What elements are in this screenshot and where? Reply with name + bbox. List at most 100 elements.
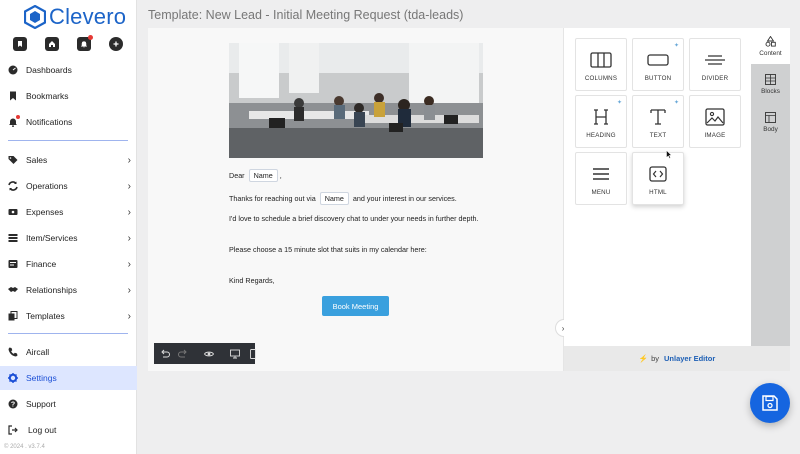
tab-label: Blocks bbox=[761, 87, 780, 95]
schedule-paragraph[interactable]: I'd love to schedule a brief discovery c… bbox=[229, 213, 479, 224]
bookmark-icon bbox=[8, 91, 18, 101]
chevron-right-icon: › bbox=[127, 310, 131, 322]
desktop-icon[interactable] bbox=[230, 348, 240, 359]
tile-label: HTML bbox=[649, 189, 667, 196]
tile-divider[interactable]: DIVIDER bbox=[689, 38, 741, 91]
chevron-right-icon: › bbox=[127, 154, 131, 166]
tile-button[interactable]: ✦ BUTTON bbox=[632, 38, 684, 91]
chevron-right-icon: › bbox=[127, 180, 131, 192]
sidebar-item-notifications[interactable]: Notifications bbox=[0, 110, 137, 134]
phone-icon bbox=[8, 347, 18, 357]
sidebar-item-label: Operations bbox=[26, 181, 68, 191]
thanks-line[interactable]: Thanks for reaching out via Name and you… bbox=[229, 192, 457, 205]
sidebar-item-label: Support bbox=[26, 399, 56, 409]
sidebar-item-settings[interactable]: Settings bbox=[0, 366, 137, 390]
sidebar-item-operations[interactable]: Operations › bbox=[0, 174, 137, 198]
tile-menu[interactable]: MENU bbox=[575, 152, 627, 205]
sidebar-item-aircall[interactable]: Aircall bbox=[0, 340, 137, 364]
save-button[interactable] bbox=[750, 383, 790, 423]
sidebar-item-expenses[interactable]: Expenses › bbox=[0, 200, 137, 224]
sidebar-item-label: Dashboards bbox=[26, 65, 72, 75]
sidebar-item-label: Notifications bbox=[26, 117, 73, 127]
ai-sparkle-icon: ✦ bbox=[673, 100, 679, 106]
tile-label: TEXT bbox=[649, 132, 667, 139]
plus-icon[interactable] bbox=[109, 37, 123, 51]
mobile-icon[interactable] bbox=[248, 348, 258, 359]
sidebar-item-label: Log out bbox=[28, 425, 57, 435]
sidebar-item-label: Relationships bbox=[26, 285, 78, 295]
tile-image[interactable]: IMAGE bbox=[689, 95, 741, 148]
tab-body[interactable]: Body bbox=[751, 104, 790, 140]
tab-blocks[interactable]: Blocks bbox=[751, 66, 790, 102]
line1-prefix: Thanks for reaching out via bbox=[229, 194, 316, 203]
logout-icon bbox=[8, 425, 18, 435]
sidebar-item-relationships[interactable]: Relationships › bbox=[0, 278, 137, 302]
office-photo bbox=[229, 43, 483, 158]
sidebar-item-logout[interactable]: Log out bbox=[0, 418, 137, 442]
page-title: Template: New Lead - Initial Meeting Req… bbox=[148, 8, 464, 22]
redo-icon[interactable] bbox=[178, 348, 188, 359]
merge-tag-name[interactable]: Name bbox=[248, 169, 278, 182]
email-canvas[interactable]: Dear Name, Thanks for reaching out via N… bbox=[148, 28, 564, 371]
sidebar-divider bbox=[8, 333, 128, 334]
html-icon bbox=[649, 166, 667, 182]
sidebar-item-label: Item/Services bbox=[26, 233, 78, 243]
list-icon bbox=[8, 233, 18, 243]
bell-icon bbox=[8, 115, 20, 127]
tab-content[interactable]: Content bbox=[751, 28, 790, 64]
shapes-icon bbox=[765, 35, 776, 47]
bolt-icon: ⚡ bbox=[638, 354, 649, 363]
book-meeting-button[interactable]: Book Meeting bbox=[322, 296, 389, 316]
menu-icon bbox=[593, 168, 609, 180]
sidebar-item-finance[interactable]: Finance › bbox=[0, 252, 137, 276]
sync-icon bbox=[8, 181, 18, 191]
tile-label: HEADING bbox=[586, 132, 616, 139]
sidebar-item-label: Expenses bbox=[26, 207, 64, 217]
greeting-prefix: Dear bbox=[229, 171, 245, 180]
eye-icon[interactable] bbox=[204, 348, 214, 359]
dashboard-icon bbox=[8, 65, 18, 75]
body-icon bbox=[765, 111, 776, 123]
greeting-line[interactable]: Dear Name, bbox=[229, 169, 282, 182]
mouse-cursor-icon bbox=[666, 150, 672, 159]
sidebar-item-label: Finance bbox=[26, 259, 57, 269]
footer-by: by bbox=[651, 354, 659, 363]
divider-icon bbox=[705, 55, 725, 65]
sidebar-item-support[interactable]: ? Support bbox=[0, 392, 137, 416]
calendar-line[interactable]: Please choose a 15 minute slot that suit… bbox=[229, 245, 427, 254]
heading-icon bbox=[594, 109, 608, 125]
chevron-right-icon: › bbox=[127, 206, 131, 218]
blocks-icon bbox=[765, 73, 776, 85]
signoff-line[interactable]: Kind Regards, bbox=[229, 276, 275, 285]
bookmark-icon[interactable] bbox=[13, 37, 27, 51]
logo-text: Clevero bbox=[49, 4, 127, 29]
text-icon bbox=[650, 109, 666, 125]
ai-sparkle-icon: ✦ bbox=[616, 100, 622, 106]
sidebar-item-bookmarks[interactable]: Bookmarks bbox=[0, 84, 137, 108]
hero-image[interactable] bbox=[229, 43, 483, 158]
tile-html[interactable]: HTML bbox=[632, 152, 684, 205]
copy-icon bbox=[8, 311, 18, 321]
sidebar-item-item-services[interactable]: Item/Services › bbox=[0, 226, 137, 250]
email-body[interactable]: Dear Name, Thanks for reaching out via N… bbox=[217, 28, 492, 328]
tile-heading[interactable]: ✦ HEADING bbox=[575, 95, 627, 148]
content-panel: COLUMNS ✦ BUTTON DIVIDER ✦ HEADING ✦ TEX… bbox=[564, 28, 751, 346]
sidebar-item-label: Templates bbox=[26, 311, 65, 321]
save-icon bbox=[762, 395, 778, 411]
chevron-right-icon: › bbox=[127, 258, 131, 270]
tab-label: Content bbox=[759, 49, 782, 57]
undo-icon[interactable] bbox=[160, 348, 170, 359]
home-icon[interactable] bbox=[45, 37, 59, 51]
merge-tag-name[interactable]: Name bbox=[319, 192, 349, 205]
panel-tabs: Content Blocks Body bbox=[751, 28, 790, 346]
sidebar-item-dashboards[interactable]: Dashboards bbox=[0, 58, 137, 82]
sidebar-item-templates[interactable]: Templates › bbox=[0, 304, 137, 328]
tile-text[interactable]: ✦ TEXT bbox=[632, 95, 684, 148]
tile-columns[interactable]: COLUMNS bbox=[575, 38, 627, 91]
image-icon bbox=[705, 108, 725, 126]
bell-icon[interactable] bbox=[77, 35, 93, 51]
unlayer-link[interactable]: Unlayer Editor bbox=[664, 354, 715, 363]
tab-label: Body bbox=[763, 125, 778, 133]
app-logo[interactable]: Clevero bbox=[24, 4, 126, 30]
sidebar-item-sales[interactable]: Sales › bbox=[0, 148, 137, 172]
